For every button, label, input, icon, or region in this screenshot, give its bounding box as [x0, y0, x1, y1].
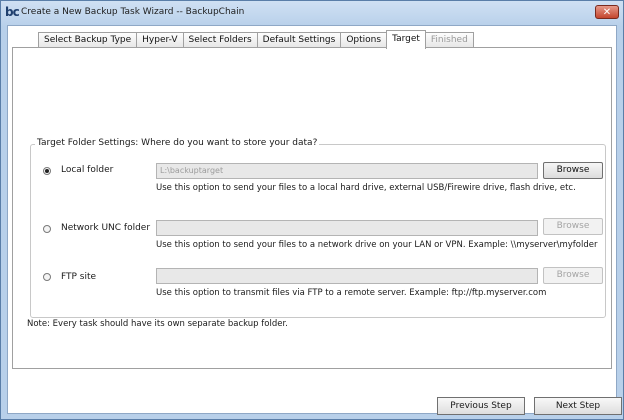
next-step-button[interactable]: Next Step: [534, 397, 622, 415]
target-folder-settings-group: Target Folder Settings: Where do you wan…: [30, 138, 606, 318]
wizard-client-area: Select Backup Type Hyper-V Select Folder…: [7, 25, 617, 414]
ftp-site-label[interactable]: FTP site: [61, 272, 96, 282]
network-unc-hint: Use this option to send your files to a …: [156, 240, 598, 250]
local-folder-radio[interactable]: [43, 167, 51, 175]
local-browse-button[interactable]: Browse: [543, 162, 603, 179]
separate-folder-note: Note: Every task should have its own sep…: [27, 319, 288, 329]
app-logo-icon: bc: [5, 5, 20, 19]
wizard-window: bc Create a New Backup Task Wizard -- Ba…: [0, 0, 624, 420]
local-folder-hint: Use this option to send your files to a …: [156, 183, 576, 193]
local-folder-path-input[interactable]: L:\backuptarget: [156, 163, 538, 179]
network-unc-radio[interactable]: [43, 225, 51, 233]
ftp-browse-button: Browse: [543, 267, 603, 284]
window-title: Create a New Backup Task Wizard -- Backu…: [21, 7, 245, 17]
network-browse-button: Browse: [543, 218, 603, 235]
previous-step-button[interactable]: Previous Step: [437, 397, 525, 415]
close-icon: ✕: [602, 7, 612, 18]
title-bar[interactable]: bc Create a New Backup Task Wizard -- Ba…: [1, 1, 623, 25]
close-button[interactable]: ✕: [595, 5, 619, 19]
network-unc-label[interactable]: Network UNC folder: [61, 223, 150, 233]
tab-target[interactable]: Target: [386, 30, 426, 49]
ftp-site-hint: Use this option to transmit files via FT…: [156, 288, 547, 298]
network-unc-path-input[interactable]: [156, 220, 538, 236]
wizard-tab-strip: Select Backup Type Hyper-V Select Folder…: [38, 30, 474, 49]
local-folder-label[interactable]: Local folder: [61, 165, 113, 175]
ftp-site-radio[interactable]: [43, 273, 51, 281]
ftp-site-input[interactable]: [156, 268, 538, 284]
group-title: Target Folder Settings: Where do you wan…: [35, 138, 320, 148]
